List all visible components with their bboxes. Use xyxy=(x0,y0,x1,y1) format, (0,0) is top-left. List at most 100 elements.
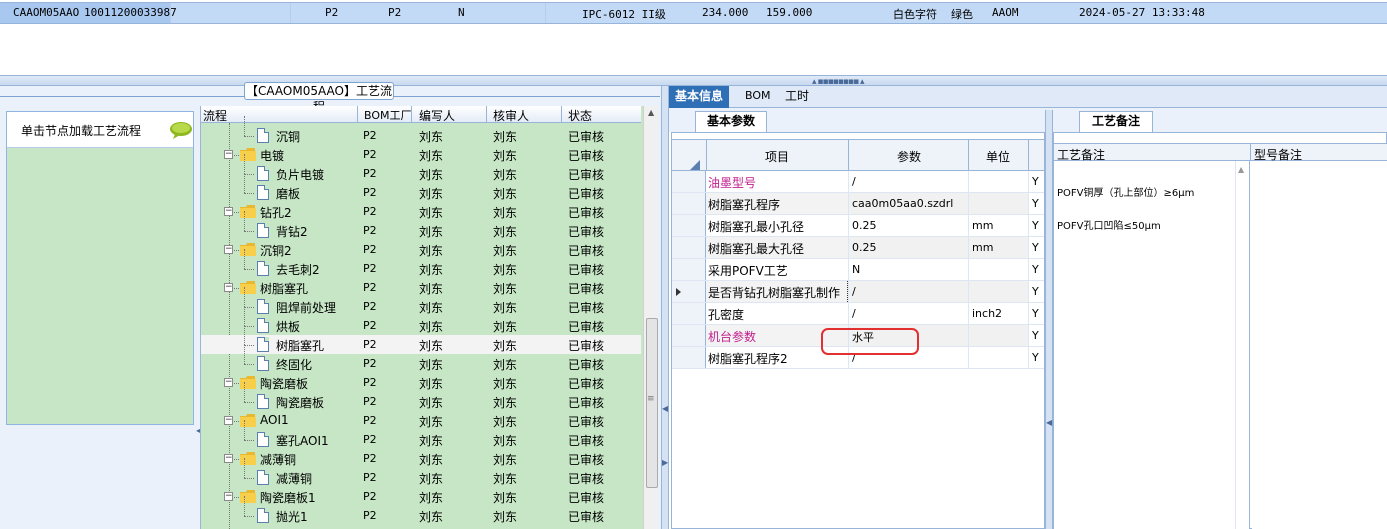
vertical-splitter[interactable]: ◀ ▶ xyxy=(661,86,669,529)
tree-step-row[interactable]: 去毛刺2 P2 刘东 刘东 已审核 xyxy=(201,249,641,278)
tree-guide-line xyxy=(234,250,239,251)
collapse-minus-icon[interactable]: − xyxy=(224,207,233,216)
tree-step-row[interactable]: 负片电镀 P2 刘东 刘东 已审核 xyxy=(201,154,641,183)
hint-header[interactable]: 单击节点加载工艺流程 xyxy=(7,112,193,148)
header-bom-factory[interactable]: BOM工厂 xyxy=(364,107,412,123)
tree-step-row[interactable]: 塞孔AOI1 P2 刘东 刘东 已审核 xyxy=(201,420,641,449)
collapse-minus-icon[interactable]: − xyxy=(224,245,233,254)
param-unit-cell[interactable]: inch2 xyxy=(968,303,1028,324)
row-indicator[interactable] xyxy=(672,303,706,324)
row-indicator[interactable] xyxy=(672,171,706,192)
row-indicator[interactable] xyxy=(672,347,706,368)
param-flag-cell[interactable]: Y xyxy=(1028,281,1044,302)
tree-group-row[interactable]: − 陶瓷磨板1 P2 刘东 刘东 已审核 xyxy=(201,487,641,506)
param-unit-cell[interactable] xyxy=(968,325,1028,346)
tree-step-row[interactable]: 陶瓷磨板 P2 刘东 刘东 已审核 xyxy=(201,382,641,411)
process-remark-field[interactable]: POFV铜厚（孔上部位）≥6μm POFV孔口凹陷≤50μm ▲ xyxy=(1054,161,1250,529)
tree-group-row[interactable]: − 减薄铜 P2 刘东 刘东 已审核 xyxy=(201,449,641,468)
param-flag-cell[interactable]: Y xyxy=(1028,325,1044,346)
param-flag-cell[interactable]: Y xyxy=(1028,215,1044,236)
tree-step-row[interactable]: 抛光1 P2 刘东 刘东 已审核 xyxy=(201,496,641,525)
tree-group-row[interactable]: − AOI1 P2 刘东 刘东 已审核 xyxy=(201,411,641,430)
tree-group-row[interactable]: − 钻孔2 P2 刘东 刘东 已审核 xyxy=(201,202,641,221)
row-indicator[interactable] xyxy=(672,281,706,302)
collapse-minus-icon[interactable]: − xyxy=(224,283,233,292)
row-indicator[interactable] xyxy=(672,325,706,346)
tree-group-row[interactable]: − 陶瓷磨板 P2 刘东 刘东 已审核 xyxy=(201,373,641,392)
model-remark-field[interactable] xyxy=(1252,161,1387,529)
param-unit-cell[interactable]: mm xyxy=(968,237,1028,258)
param-value-cell[interactable]: caa0m05aa0.szdrl xyxy=(848,193,968,214)
param-value-cell[interactable]: N xyxy=(848,259,968,280)
param-unit-cell[interactable] xyxy=(968,281,1028,302)
tree-step-row[interactable]: 树脂塞孔 P2 刘东 刘东 已审核 xyxy=(201,325,641,354)
header-value[interactable]: 参数 xyxy=(897,148,921,165)
tab-basic-params[interactable]: 基本参数 xyxy=(695,111,767,132)
tree-step-row[interactable]: 沉铜 P2 刘东 刘东 已审核 xyxy=(201,116,641,145)
row-indicator[interactable] xyxy=(672,215,706,236)
tree-step-row[interactable]: 背钻2 P2 刘东 刘东 已审核 xyxy=(201,211,641,240)
row-indicator[interactable] xyxy=(672,193,706,214)
tree-group-row[interactable]: − 沉铜2 P2 刘东 刘东 已审核 xyxy=(201,240,641,259)
tree-group-row[interactable]: − 树脂塞孔 P2 刘东 刘东 已审核 xyxy=(201,278,641,297)
collapse-minus-icon[interactable]: − xyxy=(224,378,233,387)
splitter-left-arrow-icon[interactable]: ◀ xyxy=(1046,418,1052,427)
select-all-corner-icon[interactable] xyxy=(690,160,700,170)
tab-process-remarks[interactable]: 工艺备注 xyxy=(1079,111,1153,132)
row-indicator[interactable] xyxy=(672,237,706,258)
tab-work-hours[interactable]: 工时 xyxy=(779,86,815,108)
tree-scrollbar[interactable]: ▲ ≡ xyxy=(643,106,658,529)
tree-cell-bom: P2 xyxy=(363,243,377,256)
param-flag-cell[interactable]: Y xyxy=(1028,347,1044,368)
header-reviewer[interactable]: 核审人 xyxy=(493,107,529,124)
scroll-up-icon[interactable]: ▲ xyxy=(648,108,654,117)
row-indicator[interactable] xyxy=(672,259,706,280)
param-row[interactable]: 采用POFV工艺 N Y xyxy=(672,259,1044,281)
splitter-right-arrow-icon[interactable]: ▶ xyxy=(662,458,668,467)
param-unit-cell[interactable] xyxy=(968,193,1028,214)
vertical-splitter[interactable]: ◀ xyxy=(1045,110,1053,529)
param-row[interactable]: 树脂塞孔程序 caa0m05aa0.szdrl Y xyxy=(672,193,1044,215)
param-row[interactable]: 孔密度 / inch2 Y xyxy=(672,303,1044,325)
tree-group-row[interactable]: − 电镀 P2 刘东 刘东 已审核 xyxy=(201,145,641,164)
collapse-minus-icon[interactable]: − xyxy=(224,416,233,425)
tree-step-row[interactable]: 终固化 P2 刘东 刘东 已审核 xyxy=(201,344,641,373)
horizontal-splitter[interactable]: ▴ ▪▪▪▪▪▪▪▪ ▴ xyxy=(0,76,1387,87)
param-flag-cell[interactable]: Y xyxy=(1028,193,1044,214)
param-value-cell[interactable]: / xyxy=(847,281,968,302)
param-value-cell[interactable]: / xyxy=(848,171,968,192)
tree-step-row[interactable]: 烘板 P2 刘东 刘东 已审核 xyxy=(201,306,641,335)
order-row[interactable]: CAAOM05AAO 10011200033987 P2 P2 N IPC-60… xyxy=(0,2,1387,24)
param-flag-cell[interactable]: Y xyxy=(1028,171,1044,192)
tree-step-row[interactable]: 阻焊前处理 P2 刘东 刘东 已审核 xyxy=(201,287,641,316)
splitter-left-arrow-icon[interactable]: ◀ xyxy=(662,404,668,413)
collapse-minus-icon[interactable]: − xyxy=(224,454,233,463)
param-row[interactable]: 是否背钻孔树脂塞孔制作 / Y xyxy=(672,281,1044,303)
param-value-cell[interactable]: 0.25 xyxy=(848,237,968,258)
collapse-minus-icon[interactable]: − xyxy=(224,492,233,501)
param-value-cell[interactable]: / xyxy=(848,303,968,324)
header-item[interactable]: 项目 xyxy=(765,148,789,165)
param-row[interactable]: 油墨型号 / Y xyxy=(672,171,1044,193)
param-unit-cell[interactable] xyxy=(968,347,1028,368)
param-row[interactable]: 树脂塞孔最小孔径 0.25 mm Y xyxy=(672,215,1044,237)
header-writer[interactable]: 编写人 xyxy=(419,107,455,124)
tree-step-row[interactable]: 减薄铜 P2 刘东 刘东 已审核 xyxy=(201,458,641,487)
param-unit-cell[interactable] xyxy=(968,171,1028,192)
param-flag-cell[interactable]: Y xyxy=(1028,303,1044,324)
param-value-cell[interactable]: 0.25 xyxy=(848,215,968,236)
header-status[interactable]: 状态 xyxy=(568,107,592,124)
header-flow[interactable]: 流程 xyxy=(203,107,227,124)
scroll-up-icon[interactable]: ▲ xyxy=(1238,165,1244,174)
remark-scrollbar[interactable]: ▲ xyxy=(1235,161,1249,529)
tab-basic-info[interactable]: 基本信息 xyxy=(669,86,730,108)
header-unit[interactable]: 单位 xyxy=(986,148,1010,165)
tree-step-row[interactable]: 磨板 P2 刘东 刘东 已审核 xyxy=(201,173,641,202)
param-unit-cell[interactable]: mm xyxy=(968,215,1028,236)
collapse-minus-icon[interactable]: − xyxy=(224,150,233,159)
param-flag-cell[interactable]: Y xyxy=(1028,259,1044,280)
tab-bom[interactable]: BOM xyxy=(739,86,777,108)
param-unit-cell[interactable] xyxy=(968,259,1028,280)
param-row[interactable]: 树脂塞孔最大孔径 0.25 mm Y xyxy=(672,237,1044,259)
param-flag-cell[interactable]: Y xyxy=(1028,237,1044,258)
